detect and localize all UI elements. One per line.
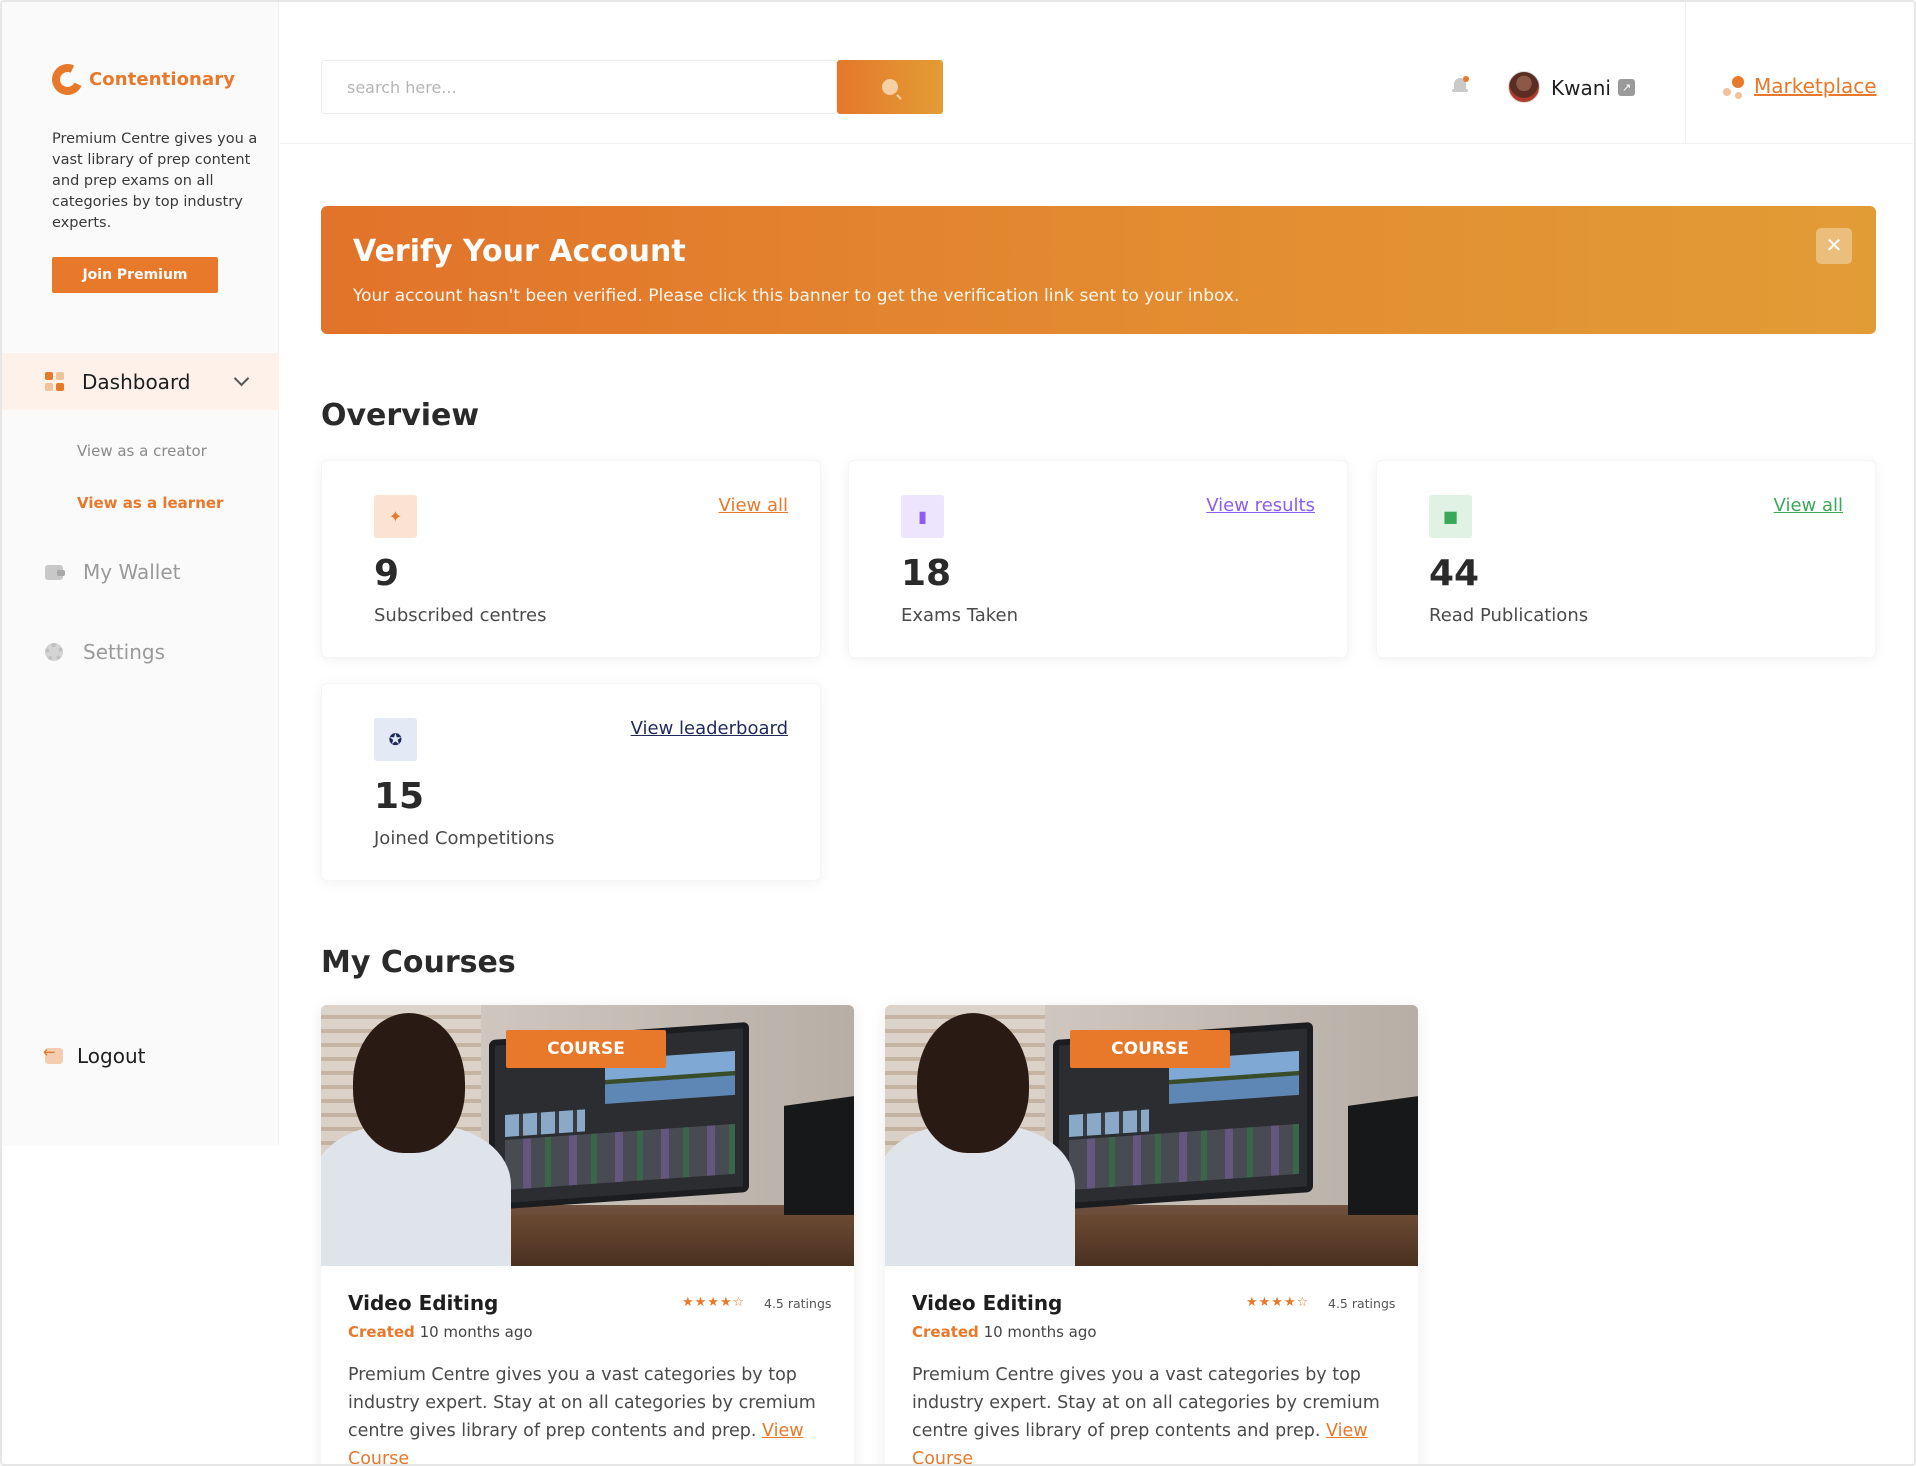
rating-count: 4.5 ratings	[1328, 1296, 1396, 1311]
dashboard-grid-icon	[45, 372, 64, 391]
sidebar-item-dashboard[interactable]: Dashboard	[2, 353, 279, 410]
marketplace-link[interactable]: Marketplace	[1754, 74, 1877, 98]
course-badge: COURSE	[506, 1030, 666, 1068]
join-premium-button[interactable]: Join Premium	[52, 257, 218, 293]
stat-value: 15	[374, 776, 425, 817]
bookmark-icon: ■	[1429, 495, 1472, 538]
star-rating-icon: ★★★★☆	[682, 1295, 746, 1310]
view-as-learner-link[interactable]: View as a learner	[77, 494, 223, 512]
star-rating-icon: ★★★★☆	[1246, 1295, 1310, 1310]
course-created: Created 10 months ago	[348, 1323, 533, 1341]
sidebar-item-label: Settings	[83, 640, 166, 664]
rating-count: 4.5 ratings	[764, 1296, 832, 1311]
logo-mark-icon	[47, 59, 88, 100]
stat-label: Exams Taken	[901, 605, 1018, 626]
top-header: Kwani ↗ Marketplace	[280, 2, 1914, 144]
stat-card-read-publications: ■ View all 44 Read Publications	[1376, 460, 1876, 658]
view-results-link[interactable]: View results	[1206, 495, 1315, 516]
course-description: Premium Centre gives you a vast categori…	[348, 1361, 818, 1464]
verify-account-banner[interactable]: Verify Your Account Your account hasn't …	[321, 206, 1876, 334]
sidebar: Contentionary Premium Centre gives you a…	[2, 2, 279, 1146]
search-icon	[882, 79, 898, 95]
user-name[interactable]: Kwani	[1551, 76, 1611, 100]
view-all-publications-link[interactable]: View all	[1774, 495, 1843, 516]
stat-card-exams-taken: ▮ View results 18 Exams Taken	[848, 460, 1348, 658]
book-icon: ▮	[901, 495, 944, 538]
premium-promo-text: Premium Centre gives you a vast library …	[52, 131, 258, 231]
banner-text: Your account hasn't been verified. Pleas…	[353, 286, 1240, 306]
course-card[interactable]: COURSE Video Editing ★★★★☆ 4.5 ratings C…	[321, 1005, 854, 1464]
banner-title: Verify Your Account	[353, 234, 686, 269]
stat-value: 9	[374, 553, 400, 594]
avatar[interactable]	[1508, 71, 1540, 103]
notification-dot	[1463, 76, 1469, 82]
wallet-icon	[45, 564, 65, 580]
course-title: Video Editing	[912, 1291, 1063, 1315]
header-divider	[1685, 2, 1686, 144]
search-button[interactable]	[837, 60, 943, 114]
stat-label: Read Publications	[1429, 605, 1589, 626]
brand-logo[interactable]: Contentionary	[47, 59, 236, 100]
sidebar-item-settings[interactable]: Settings	[45, 640, 165, 664]
notification-bell-icon[interactable]	[1452, 76, 1469, 94]
app-window: Contentionary Premium Centre gives you a…	[0, 0, 1916, 1466]
external-link-icon[interactable]: ↗	[1618, 79, 1635, 96]
course-badge: COURSE	[1070, 1030, 1230, 1068]
close-icon[interactable]: ✕	[1816, 228, 1852, 264]
stat-value: 18	[901, 553, 952, 594]
course-description: Premium Centre gives you a vast categori…	[912, 1361, 1382, 1464]
gear-icon	[45, 643, 63, 661]
stat-label: Joined Competitions	[374, 828, 555, 849]
sidebar-item-label: My Wallet	[83, 560, 181, 584]
view-all-centres-link[interactable]: View all	[719, 495, 788, 516]
course-card[interactable]: COURSE Video Editing ★★★★☆ 4.5 ratings C…	[885, 1005, 1418, 1464]
course-thumbnail: COURSE	[321, 1005, 854, 1266]
course-created: Created 10 months ago	[912, 1323, 1097, 1341]
stat-card-joined-competitions: ✪ View leaderboard 15 Joined Competition…	[321, 683, 821, 881]
course-thumbnail: COURSE	[885, 1005, 1418, 1266]
logout-button[interactable]: Logout	[43, 1043, 146, 1068]
stat-label: Subscribed centres	[374, 605, 547, 626]
stat-card-subscribed-centres: ✦ View all 9 Subscribed centres	[321, 460, 821, 658]
stat-value: 44	[1429, 553, 1480, 594]
view-as-creator-link[interactable]: View as a creator	[77, 442, 207, 460]
brand-name: Contentionary	[89, 69, 236, 90]
course-title: Video Editing	[348, 1291, 499, 1315]
my-courses-heading: My Courses	[321, 945, 516, 980]
marketplace-icon	[1723, 76, 1745, 100]
sidebar-item-wallet[interactable]: My Wallet	[45, 560, 180, 584]
logout-icon	[43, 1043, 63, 1064]
sidebar-item-label: Dashboard	[82, 369, 191, 394]
search-input[interactable]	[321, 60, 837, 114]
view-leaderboard-link[interactable]: View leaderboard	[631, 718, 788, 739]
chevron-down-icon[interactable]	[233, 370, 250, 387]
compass-icon: ✦	[374, 495, 417, 538]
logout-label: Logout	[77, 1044, 146, 1068]
award-icon: ✪	[374, 718, 417, 761]
overview-heading: Overview	[321, 398, 480, 433]
